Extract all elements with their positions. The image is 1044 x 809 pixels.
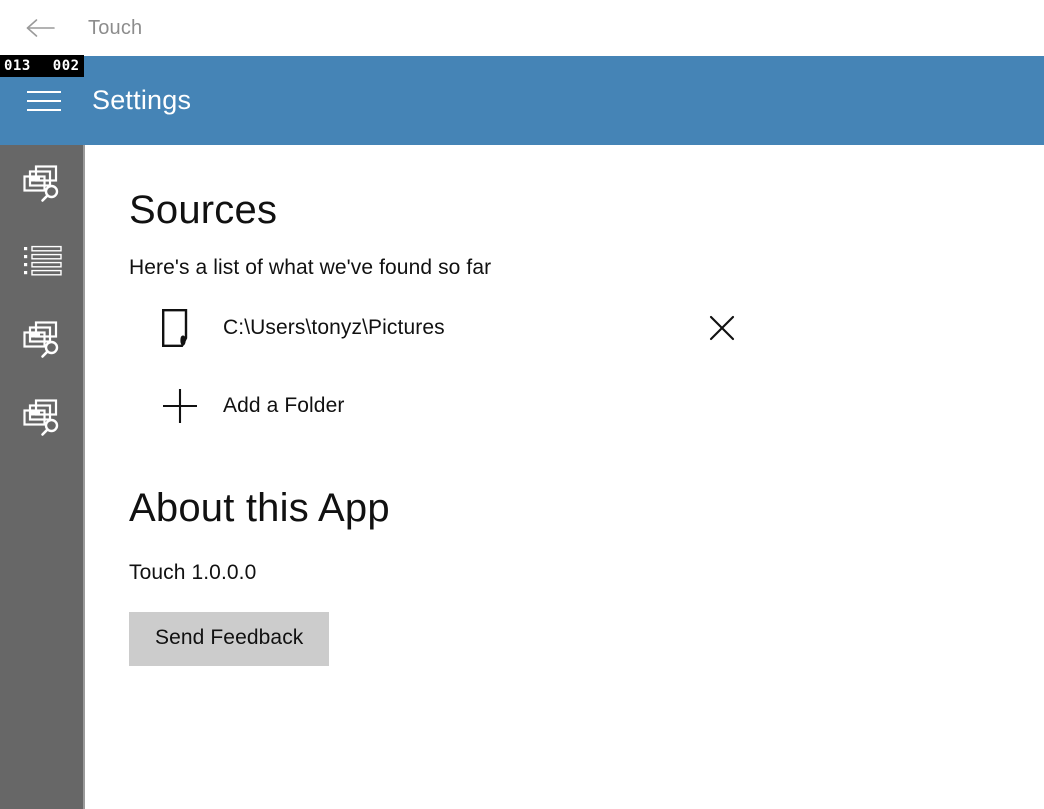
command-bar: Settings [0, 56, 1044, 145]
send-feedback-button[interactable]: Send Feedback [129, 612, 330, 666]
sidebar-item-list[interactable] [0, 223, 85, 301]
app-title: Touch [88, 16, 143, 39]
frame-counter: 013 [4, 58, 31, 74]
page-title: Settings [92, 85, 192, 115]
hamburger-line [27, 99, 61, 102]
sidebar-item-photo-search-2[interactable] [0, 301, 85, 379]
add-folder-label: Add a Folder [223, 394, 345, 417]
hamburger-line [27, 108, 61, 111]
title-bar: Touch [0, 0, 1044, 56]
photos-search-icon [22, 397, 63, 439]
sidebar [0, 145, 85, 809]
secondary-counter: 002 [52, 58, 80, 74]
overlay-counters: 013 002 [0, 55, 84, 77]
photos-search-icon [22, 163, 63, 205]
app-version: Touch 1.0.0.0 [129, 561, 257, 584]
sources-list: C:\Users\tonyz\Pictures Add a Folder [129, 300, 1044, 434]
bulleted-list-icon [23, 245, 63, 279]
sidebar-item-photo-search-3[interactable] [0, 379, 85, 457]
app-window: Touch Settings 013 002 Sources Here's a … [0, 0, 1044, 809]
plus-icon [161, 387, 205, 425]
back-arrow-icon [25, 17, 55, 39]
add-folder-row[interactable]: Add a Folder [129, 378, 1044, 434]
about-heading: About this App [129, 486, 390, 530]
back-button[interactable] [12, 6, 68, 50]
settings-content: Sources Here's a list of what we've foun… [87, 145, 1044, 809]
close-x-icon[interactable] [704, 310, 740, 346]
photos-search-icon [22, 319, 63, 361]
hamburger-line [27, 90, 61, 93]
sources-subheading: Here's a list of what we've found so far [129, 256, 492, 279]
source-row[interactable]: C:\Users\tonyz\Pictures [129, 300, 1044, 356]
source-path: C:\Users\tonyz\Pictures [223, 316, 445, 339]
folder-document-icon [161, 308, 205, 348]
hamburger-menu-icon[interactable] [20, 77, 68, 125]
sources-heading: Sources [129, 188, 278, 232]
sidebar-item-photo-search-1[interactable] [0, 145, 85, 223]
